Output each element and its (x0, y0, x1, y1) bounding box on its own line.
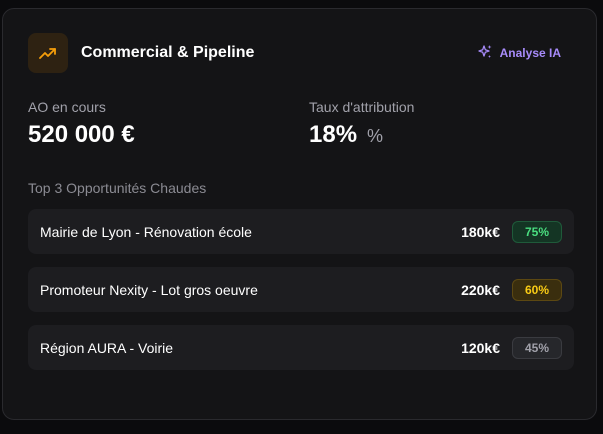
taux-value: 18% % (309, 121, 414, 149)
ao-value-text: 520 000 € (28, 121, 135, 148)
trending-up-icon (28, 33, 68, 73)
analyse-ia-label: Analyse IA (499, 46, 561, 60)
opportunity-name: Promoteur Nexity - Lot gros oeuvre (40, 281, 258, 298)
opportunity-name: Mairie de Lyon - Rénovation école (40, 223, 252, 240)
opportunity-name: Région AURA - Voirie (40, 339, 174, 356)
metric-ao: AO en cours 520 000 € (28, 99, 135, 149)
probability-badge: 75% (512, 220, 562, 243)
sparkles-icon (477, 44, 493, 63)
opportunity-amount: 180k€ (461, 223, 500, 240)
ao-label: AO en cours (28, 99, 106, 115)
commercial-pipeline-card: Commercial & Pipeline Analyse IA AO en c… (2, 8, 597, 420)
opportunity-row[interactable]: Région AURA - Voirie 120k€ 45% (28, 325, 574, 370)
opportunity-row[interactable]: Promoteur Nexity - Lot gros oeuvre 220k€… (28, 267, 574, 312)
opportunities-list: Mairie de Lyon - Rénovation école 180k€ … (28, 209, 574, 383)
ao-value: 520 000 € (28, 121, 135, 149)
taux-label: Taux d'attribution (309, 99, 415, 115)
card-title: Commercial & Pipeline (81, 44, 255, 61)
card-header: Commercial & Pipeline Analyse IA (28, 33, 571, 73)
taux-value-text: 18% (309, 121, 358, 148)
metrics-row: AO en cours 520 000 € Taux d'attribution… (28, 99, 571, 159)
opportunity-amount: 120k€ (461, 339, 500, 356)
analyse-ia-button[interactable]: Analyse IA (471, 40, 571, 67)
opportunities-title: Top 3 Opportunités Chaudes (28, 180, 207, 196)
probability-badge: 60% (512, 278, 562, 301)
opportunity-amount: 220k€ (461, 281, 500, 298)
metric-taux: Taux d'attribution 18% % (309, 99, 414, 149)
probability-badge: 45% (512, 336, 562, 359)
opportunity-row[interactable]: Mairie de Lyon - Rénovation école 180k€ … (28, 209, 574, 254)
taux-unit: % (367, 126, 384, 146)
